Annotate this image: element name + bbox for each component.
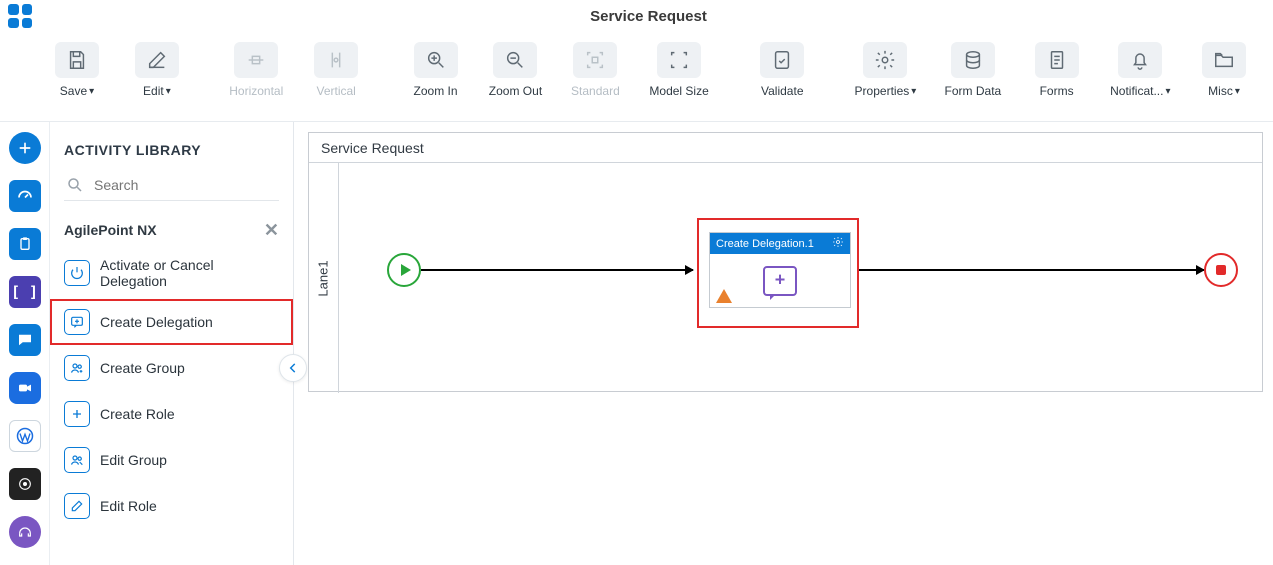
- save-icon: [55, 42, 99, 78]
- activity-item-create-group[interactable]: Create Group: [50, 345, 293, 391]
- chevron-down-icon: ▾: [1165, 86, 1170, 97]
- search-icon: [66, 176, 84, 194]
- activity-item-activate-cancel-delegation[interactable]: Activate or Cancel Delegation: [50, 247, 293, 299]
- misc-button[interactable]: Misc▾: [1189, 42, 1259, 105]
- group-edit-icon: [64, 447, 90, 473]
- plus-box-icon: [64, 401, 90, 427]
- activity-item-edit-role[interactable]: Edit Role: [50, 483, 293, 529]
- forms-icon: [1035, 42, 1079, 78]
- close-icon[interactable]: ✕: [264, 221, 279, 239]
- left-rail: [ ]: [0, 122, 50, 565]
- horizontal-label: Horizontal: [229, 84, 283, 98]
- message-plus-icon: [64, 309, 90, 335]
- align-horizontal-icon: [234, 42, 278, 78]
- standard-label: Standard: [571, 84, 620, 98]
- lane-label[interactable]: Lane1: [309, 163, 339, 393]
- connector[interactable]: [859, 269, 1204, 271]
- activity-title-label: Create Delegation.1: [716, 238, 814, 250]
- validate-button[interactable]: Validate: [747, 42, 817, 105]
- edit-label: Edit: [143, 84, 164, 98]
- zoom-in-icon: [414, 42, 458, 78]
- rail-video-icon[interactable]: [9, 372, 41, 404]
- model-size-label: Model Size: [649, 84, 708, 98]
- zoom-out-label: Zoom Out: [489, 84, 542, 98]
- activity-search[interactable]: [64, 170, 279, 201]
- canvas-title: Service Request: [309, 133, 1262, 163]
- zoom-standard-button[interactable]: Standard: [560, 42, 630, 105]
- page-title: Service Request: [32, 8, 1265, 25]
- align-vertical-button[interactable]: Vertical: [301, 42, 371, 105]
- activity-item-label: Create Role: [100, 406, 175, 422]
- rail-chat-icon[interactable]: [9, 324, 41, 356]
- forms-button[interactable]: Forms: [1022, 42, 1092, 105]
- connector[interactable]: [421, 269, 693, 271]
- toolbar: Save▾ Edit▾ Horizontal Vertical Zoom In …: [0, 32, 1273, 122]
- edit-icon: [135, 42, 179, 78]
- warning-icon: [716, 289, 732, 303]
- save-button[interactable]: Save▾: [42, 42, 112, 105]
- notifications-button[interactable]: Notificat...▾: [1102, 42, 1179, 105]
- rail-clipboard-icon[interactable]: [9, 228, 41, 260]
- chevron-down-icon: ▾: [911, 86, 916, 97]
- forms-label: Forms: [1040, 84, 1074, 98]
- rail-wordpress-icon[interactable]: [9, 420, 41, 452]
- chevron-down-icon: ▾: [1235, 86, 1240, 97]
- properties-button[interactable]: Properties▾: [847, 42, 924, 105]
- chevron-down-icon: ▾: [89, 86, 94, 97]
- rail-headset-icon[interactable]: [9, 516, 41, 548]
- model-size-icon: [657, 42, 701, 78]
- activity-item-edit-group[interactable]: Edit Group: [50, 437, 293, 483]
- model-size-button[interactable]: Model Size: [640, 42, 717, 105]
- rail-dashboard-icon[interactable]: [9, 180, 41, 212]
- start-node[interactable]: [387, 253, 421, 287]
- notifications-label: Notificat...: [1110, 84, 1163, 98]
- gear-icon[interactable]: [832, 236, 844, 251]
- activity-library-panel: ACTIVITY LIBRARY AgilePoint NX ✕ Activat…: [50, 122, 294, 565]
- activity-library-header: ACTIVITY LIBRARY: [50, 122, 293, 170]
- properties-label: Properties: [855, 84, 910, 98]
- chevron-down-icon: ▾: [166, 86, 171, 97]
- power-icon: [64, 260, 90, 286]
- validate-label: Validate: [761, 84, 803, 98]
- activity-item-create-delegation[interactable]: Create Delegation: [50, 299, 293, 345]
- process-canvas[interactable]: Service Request Lane1 Create Delegation.…: [308, 132, 1263, 392]
- rail-grid-icon[interactable]: [ ]: [9, 276, 41, 308]
- apps-launcher-icon[interactable]: [8, 4, 32, 28]
- form-data-button[interactable]: Form Data: [934, 42, 1011, 105]
- activity-item-label: Create Group: [100, 360, 185, 376]
- form-data-label: Form Data: [945, 84, 1002, 98]
- activity-item-label: Edit Group: [100, 452, 167, 468]
- category-label: AgilePoint NX: [64, 222, 157, 238]
- zoom-out-icon: [493, 42, 537, 78]
- search-input[interactable]: [92, 176, 277, 194]
- bell-icon: [1118, 42, 1162, 78]
- database-icon: [951, 42, 995, 78]
- align-horizontal-button[interactable]: Horizontal: [221, 42, 291, 105]
- zoom-out-button[interactable]: Zoom Out: [481, 42, 551, 105]
- activity-item-label: Create Delegation: [100, 314, 213, 330]
- zoom-in-label: Zoom In: [414, 84, 458, 98]
- edit-button[interactable]: Edit▾: [122, 42, 192, 105]
- collapse-panel-button[interactable]: [279, 354, 307, 382]
- folder-icon: [1202, 42, 1246, 78]
- gear-icon: [863, 42, 907, 78]
- vertical-label: Vertical: [317, 84, 356, 98]
- zoom-in-button[interactable]: Zoom In: [401, 42, 471, 105]
- save-label: Save: [60, 84, 87, 98]
- validate-icon: [760, 42, 804, 78]
- misc-label: Misc: [1208, 84, 1233, 98]
- activity-item-create-role[interactable]: Create Role: [50, 391, 293, 437]
- activity-item-label: Edit Role: [100, 498, 157, 514]
- zoom-standard-icon: [573, 42, 617, 78]
- align-vertical-icon: [314, 42, 358, 78]
- pencil-box-icon: [64, 493, 90, 519]
- group-plus-icon: [64, 355, 90, 381]
- add-icon[interactable]: [9, 132, 41, 164]
- activity-item-label: Activate or Cancel Delegation: [100, 257, 279, 289]
- rail-target-icon[interactable]: [9, 468, 41, 500]
- end-node[interactable]: [1204, 253, 1238, 287]
- activity-node-create-delegation[interactable]: Create Delegation.1 +: [697, 218, 859, 328]
